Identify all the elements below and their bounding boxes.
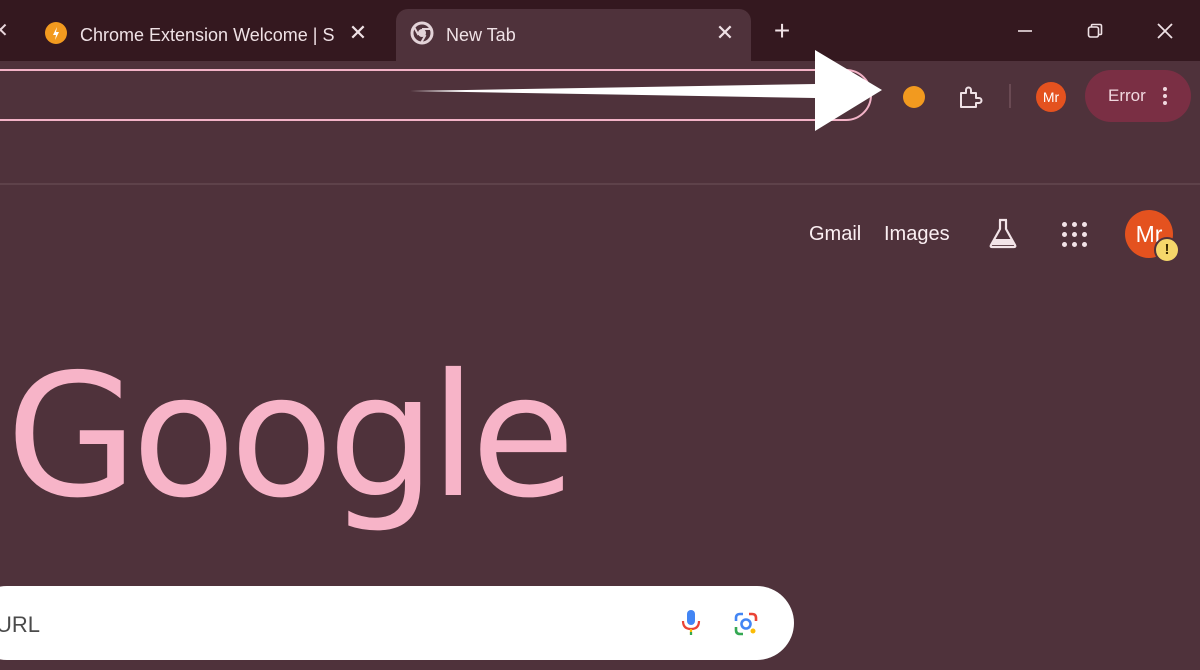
google-apps-icon[interactable] (1062, 222, 1088, 248)
search-placeholder: URL (0, 612, 41, 637)
gmail-link[interactable]: Gmail (809, 223, 861, 246)
search-box[interactable]: URL (0, 586, 794, 660)
window-close-button[interactable] (1145, 14, 1185, 48)
warning-badge-icon: ! (1154, 237, 1180, 263)
google-logo: Google (6, 338, 575, 536)
toolbar-divider (1009, 84, 1011, 108)
new-tab-button[interactable]: + (770, 17, 794, 45)
tab-extension-welcome[interactable]: Chrome Extension Welcome | Sl ✕ (28, 9, 384, 61)
error-chip-button[interactable]: Error (1085, 70, 1191, 122)
restore-button[interactable] (1075, 14, 1115, 48)
annotation-arrow-icon (410, 50, 882, 131)
extensions-puzzle-icon[interactable] (956, 83, 984, 111)
voice-search-mic-icon[interactable] (678, 609, 704, 637)
profile-avatar-button[interactable]: Mr (1036, 82, 1066, 112)
error-label: Error (1108, 86, 1146, 105)
minimize-button[interactable] (1005, 14, 1045, 48)
chrome-icon (410, 21, 434, 50)
close-icon[interactable]: ✕ (346, 21, 370, 45)
extension-pinned-icon[interactable] (900, 83, 928, 111)
labs-flask-icon[interactable] (987, 216, 1019, 250)
close-icon[interactable]: ✕ (713, 21, 737, 45)
close-icon[interactable]: ✕ (0, 17, 12, 45)
extension-favicon-icon (44, 21, 68, 50)
kebab-menu-icon[interactable] (1155, 84, 1175, 108)
google-lens-icon[interactable] (732, 610, 760, 638)
images-link[interactable]: Images (884, 223, 950, 246)
toolbar-separator (0, 183, 1200, 185)
tab-title: New Tab (446, 24, 516, 45)
tab-title: Chrome Extension Welcome | Sl (80, 24, 335, 45)
